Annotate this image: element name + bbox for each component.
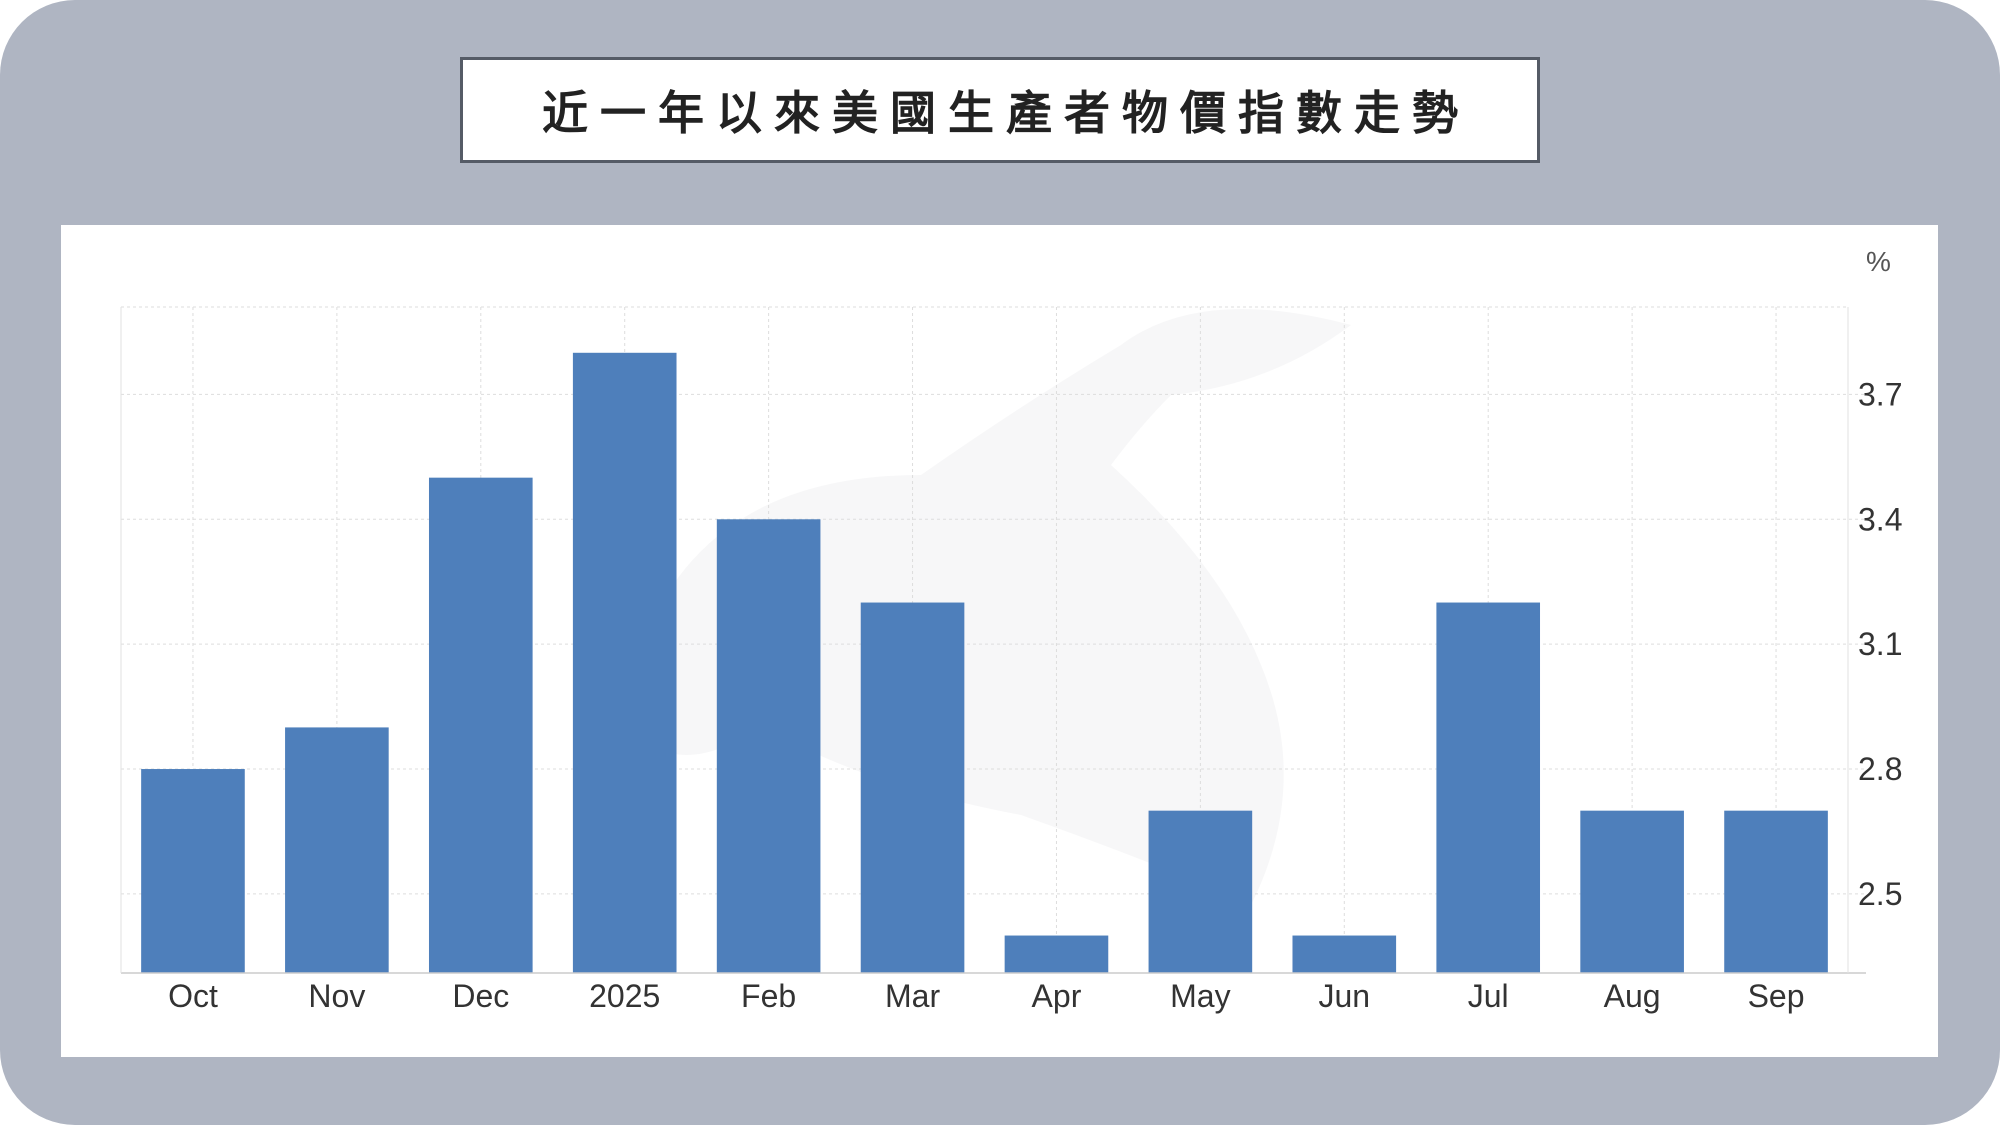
x-tick-label: Aug: [1604, 978, 1661, 1014]
y-unit-label: %: [1866, 246, 1891, 277]
y-tick-label: 3.4: [1858, 501, 1902, 537]
bar-sep: [1724, 810, 1828, 973]
x-tick-label: Dec: [452, 978, 509, 1014]
bar-jun: [1292, 935, 1397, 973]
x-tick-label: Oct: [168, 978, 218, 1014]
bar-chart: 2.5 2.8 3.1 3.4 3.7 Oct Nov Dec 2025 Feb Mar Apr May…: [120, 246, 1902, 1014]
y-tick-label: 3.1: [1858, 626, 1902, 662]
bar-may: [1148, 810, 1253, 973]
y-tick-label: 2.8: [1858, 751, 1902, 787]
y-tick-label: 3.7: [1858, 376, 1902, 412]
bar-apr: [1004, 935, 1109, 973]
x-tick-label: Sep: [1748, 978, 1805, 1014]
bar-feb: [716, 519, 821, 973]
title-box: 近一年以來美國生產者物價指數走勢: [460, 57, 1540, 163]
outer-frame: 近一年以來美國生產者物價指數走勢 2.5 2.8 3.1 3.4 3.7 Oct Nov De…: [0, 0, 2000, 1125]
bar-mar: [860, 602, 965, 973]
x-tick-label: Jul: [1468, 978, 1509, 1014]
y-tick-label: 2.5: [1858, 876, 1902, 912]
x-tick-label: Apr: [1032, 978, 1082, 1014]
x-tick-label: Feb: [741, 978, 796, 1014]
bar-oct: [141, 769, 245, 973]
bar-2025: [572, 352, 677, 974]
bar-dec: [428, 477, 533, 973]
chart-panel: 2.5 2.8 3.1 3.4 3.7 Oct Nov Dec 2025 Feb Mar Apr May…: [61, 225, 1938, 1057]
x-tick-label: 2025: [589, 978, 660, 1014]
x-tick-label: May: [1170, 978, 1230, 1014]
x-tick-label: Mar: [885, 978, 940, 1014]
chart-title: 近一年以來美國生產者物價指數走勢: [542, 86, 1470, 140]
x-tick-label: Nov: [308, 978, 365, 1014]
x-tick-label: Jun: [1318, 978, 1370, 1014]
bar-nov: [285, 727, 389, 973]
bar-aug: [1580, 810, 1684, 973]
bar-jul: [1436, 602, 1541, 973]
